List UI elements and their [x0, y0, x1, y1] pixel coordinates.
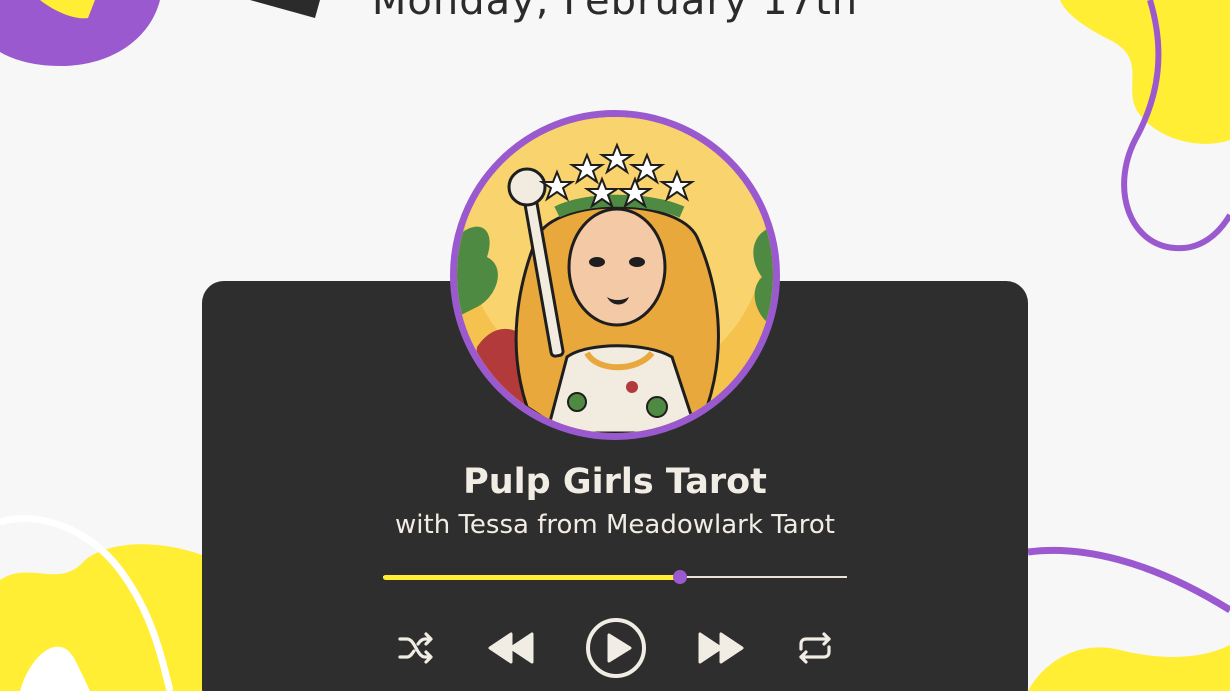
repeat-icon [799, 632, 831, 664]
yellow-blob-bottom-right [1028, 645, 1230, 691]
tarot-card-illustration [457, 117, 773, 433]
rewind-button[interactable] [486, 628, 536, 668]
progress-fill [383, 574, 680, 580]
purple-curve-bottom-right [1027, 546, 1230, 613]
fast-forward-button[interactable] [696, 628, 746, 668]
rewind-icon [488, 632, 534, 664]
repeat-button[interactable] [794, 628, 836, 668]
shuffle-button[interactable] [396, 628, 436, 668]
shuffle-icon [398, 632, 433, 664]
fast-forward-icon [698, 632, 744, 664]
track-subtitle: with Tessa from Meadowlark Tarot [395, 510, 835, 540]
date-heading: Monday, February 17th [371, 0, 859, 24]
play-icon [586, 618, 646, 678]
progress-bar[interactable] [383, 570, 847, 584]
progress-knob[interactable] [672, 570, 687, 584]
play-button[interactable] [584, 616, 648, 680]
track-title: Pulp Girls Tarot [463, 462, 767, 502]
album-cover [450, 110, 780, 440]
